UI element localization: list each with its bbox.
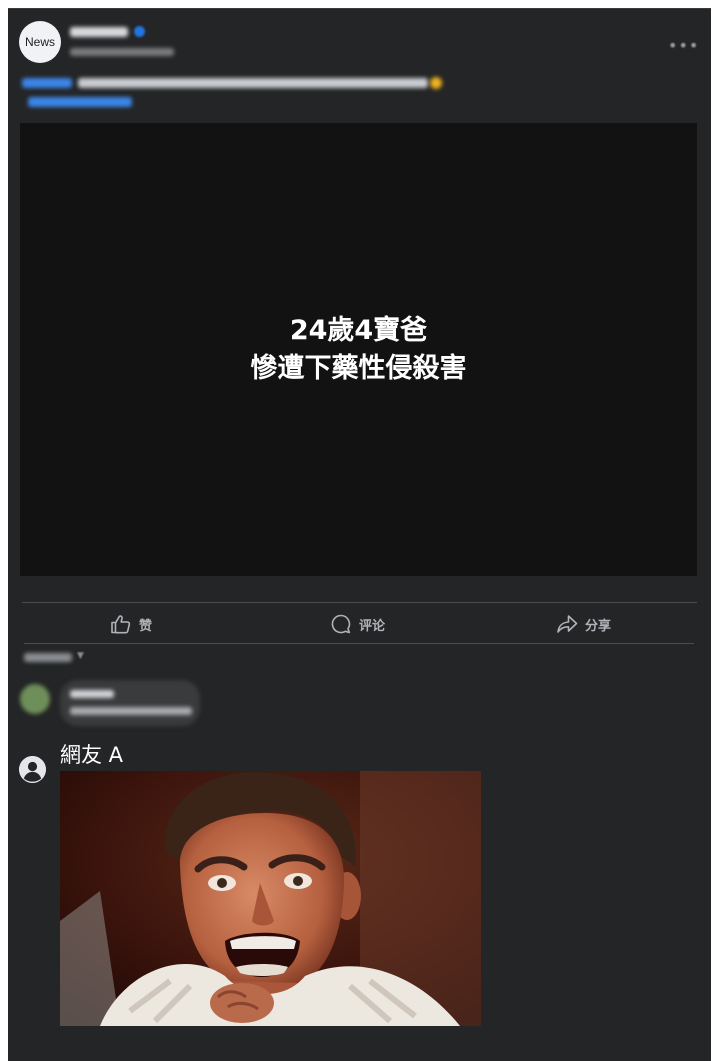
caption-text-redacted — [78, 78, 428, 88]
thumbs-up-icon — [110, 614, 132, 634]
video-player[interactable]: 24歲4寶爸 慘遭下藥性侵殺害 — [20, 123, 697, 576]
shouting-man-reaction-image[interactable] — [60, 771, 481, 1026]
comment-author-redacted[interactable] — [70, 690, 114, 698]
action-bar-divider-top — [22, 602, 697, 603]
share-arrow-icon — [556, 614, 578, 634]
like-button[interactable]: 赞 — [110, 610, 152, 638]
comment-sort-redacted[interactable] — [24, 653, 72, 662]
default-user-icon[interactable] — [19, 756, 46, 783]
caption-emoji-icon — [430, 77, 442, 89]
share-label: 分享 — [585, 618, 612, 634]
more-dots-icon[interactable]: ••• — [668, 36, 699, 55]
share-button[interactable]: 分享 — [556, 610, 611, 638]
comment-bubble-icon — [330, 613, 352, 635]
caption-hashtag-redacted[interactable] — [22, 78, 72, 88]
chevron-down-icon[interactable]: ▼ — [77, 651, 84, 661]
comment-bubble — [60, 680, 200, 726]
video-headline: 24歲4寶爸 慘遭下藥性侵殺害 — [251, 312, 467, 388]
comment-author-name[interactable]: 網友 A — [60, 739, 123, 769]
caption-link-redacted[interactable] — [28, 97, 132, 107]
page-avatar[interactable]: News — [19, 21, 61, 63]
verified-badge-icon — [134, 26, 145, 37]
commenter-avatar-redacted[interactable] — [20, 684, 50, 714]
comment-label: 评论 — [359, 618, 386, 634]
like-label: 赞 — [139, 618, 153, 634]
comment-button[interactable]: 评论 — [330, 610, 385, 638]
video-headline-line2: 慘遭下藥性侵殺害 — [250, 352, 467, 384]
video-headline-line1: 24歲4寶爸 — [289, 314, 428, 346]
post-timestamp-redacted[interactable] — [70, 48, 174, 56]
page-name-redacted[interactable] — [70, 27, 128, 37]
comment-text-redacted — [70, 707, 192, 715]
action-bar-divider-bottom — [24, 643, 694, 644]
